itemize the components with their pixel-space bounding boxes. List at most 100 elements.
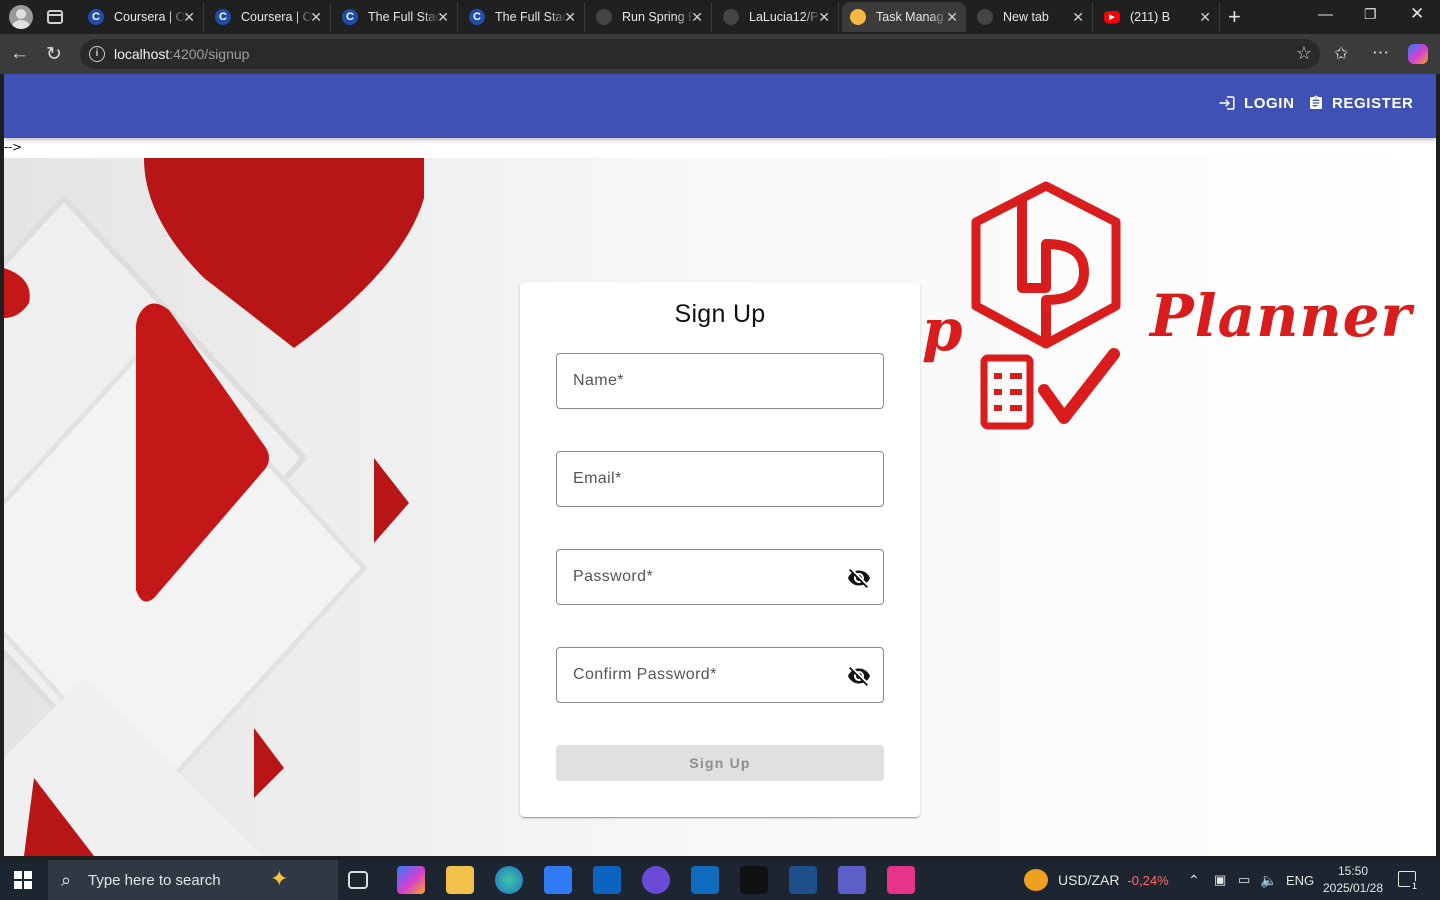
store-icon[interactable] — [544, 866, 572, 894]
web-page: LOGIN REGISTER --> p Planner Sign Up Sig… — [4, 74, 1436, 856]
windows-taskbar: ⌕ Type here to search ✦ USD/ZAR -0,24% ⌃… — [0, 860, 1440, 900]
browser-tab-title: Coursera | O — [114, 10, 186, 24]
close-tab-icon[interactable]: ✕ — [1072, 9, 1084, 26]
copilot-icon[interactable] — [1408, 44, 1428, 64]
signup-submit-button[interactable]: Sign Up — [556, 745, 884, 781]
browser-tab[interactable]: C Coursera | O ✕ — [80, 2, 204, 32]
register-label: REGISTER — [1332, 94, 1414, 112]
close-tab-icon[interactable]: ✕ — [818, 9, 830, 26]
email-input[interactable] — [557, 452, 883, 506]
restore-button[interactable]: ❐ — [1364, 6, 1377, 23]
logo-text: Planner — [1150, 282, 1413, 350]
password-field — [556, 549, 884, 605]
browser-tab-title: New tab — [1003, 10, 1049, 24]
youtube-icon: ▶ — [1104, 11, 1120, 23]
minimize-button[interactable]: — — [1318, 6, 1333, 23]
close-tab-icon[interactable]: ✕ — [1199, 9, 1211, 26]
newtab-icon — [977, 9, 993, 25]
browser-tab[interactable]: C Coursera | O ✕ — [207, 2, 331, 32]
browser-tab[interactable]: Task Manag ✕ — [842, 2, 966, 32]
email-field — [556, 451, 884, 507]
browser-tab-title: The Full Stac — [368, 10, 440, 24]
close-tab-icon[interactable]: ✕ — [564, 9, 576, 26]
login-icon — [1219, 96, 1235, 110]
browser-tab-strip: C Coursera | O ✕ C Coursera | O ✕ C The Full St… — [0, 0, 1440, 34]
browser-tab[interactable]: LaLucia12/P ✕ — [715, 2, 839, 32]
terminal-icon[interactable] — [740, 866, 768, 894]
task-view-icon[interactable] — [348, 871, 368, 889]
close-tab-icon[interactable]: ✕ — [310, 9, 322, 26]
visibility-off-icon[interactable] — [847, 664, 871, 688]
register-link[interactable]: REGISTER — [1308, 94, 1413, 112]
site-info-icon[interactable]: i — [89, 46, 105, 62]
logo-partial-text: p — [922, 296, 963, 364]
app-toolbar: LOGIN REGISTER — [4, 74, 1436, 138]
language-indicator[interactable]: ENG — [1286, 860, 1314, 900]
windows-start-icon[interactable] — [14, 871, 32, 889]
favorites-icon[interactable]: ✩ — [1334, 44, 1348, 64]
new-tab-button[interactable]: + — [1228, 4, 1241, 30]
outlook-classic-icon[interactable] — [691, 866, 719, 894]
address-bar[interactable]: i localhost:4200/signup ☆ — [80, 39, 1320, 69]
media-app-icon[interactable] — [642, 866, 670, 894]
coursera-icon: C — [342, 9, 358, 25]
url-path: :4200/signup — [169, 46, 250, 62]
browser-tab-title: LaLucia12/P — [749, 10, 819, 24]
name-input[interactable] — [557, 354, 883, 408]
refresh-button[interactable]: ↻ — [46, 43, 62, 66]
password-input[interactable] — [557, 550, 883, 604]
tab-actions-icon[interactable] — [47, 10, 63, 24]
back-button[interactable]: ← — [10, 43, 29, 65]
browser-tab-title: Coursera | O — [241, 10, 313, 24]
browser-tab-title: Task Manag — [876, 10, 944, 24]
teams-icon[interactable] — [838, 866, 866, 894]
taskbar-search-box[interactable]: ⌕ Type here to search ✦ — [48, 860, 338, 900]
currency-widget[interactable]: USD/ZAR -0,24% — [1024, 860, 1169, 900]
outlook-icon[interactable] — [593, 866, 621, 894]
network-icon[interactable]: ▭ — [1238, 860, 1250, 900]
currency-coins-icon — [1024, 869, 1048, 891]
sparkle-icon: ✦ — [270, 866, 289, 891]
browser-toolbar: ← ↻ i localhost:4200/signup ☆ ✩ ⋯ — [0, 34, 1440, 74]
tray-overflow-icon[interactable]: ⌃ — [1188, 860, 1200, 900]
file-explorer-icon[interactable] — [446, 866, 474, 894]
volume-icon[interactable]: 🔈 — [1260, 860, 1277, 900]
login-label: LOGIN — [1244, 94, 1295, 112]
currency-label: USD/ZAR — [1058, 872, 1120, 888]
register-icon — [1310, 95, 1322, 109]
close-tab-icon[interactable]: ✕ — [946, 9, 958, 26]
favorite-star-icon[interactable]: ☆ — [1296, 43, 1312, 64]
stray-comment-text: --> — [4, 140, 23, 154]
confirm-password-input[interactable] — [557, 648, 883, 702]
visibility-off-icon[interactable] — [847, 566, 871, 590]
clock[interactable]: 15:50 2025/01/28 — [1316, 863, 1390, 897]
browser-tab[interactable]: C The Full Stac ✕ — [334, 2, 458, 32]
browser-tab[interactable]: Run Spring B ✕ — [588, 2, 712, 32]
login-link[interactable]: LOGIN — [1218, 94, 1295, 112]
clock-date: 2025/01/28 — [1322, 881, 1384, 895]
meet-icon[interactable]: ▣ — [1214, 860, 1226, 900]
intellij-icon[interactable] — [887, 866, 915, 894]
clock-time: 15:50 — [1337, 864, 1369, 878]
browser-tab-title: The Full Stac — [495, 10, 567, 24]
browser-tab[interactable]: C The Full Stac ✕ — [461, 2, 585, 32]
copilot-taskbar-icon[interactable] — [397, 866, 425, 894]
more-menu-icon[interactable]: ⋯ — [1372, 43, 1389, 63]
close-window-button[interactable]: ✕ — [1410, 4, 1424, 24]
close-tab-icon[interactable]: ✕ — [437, 9, 449, 26]
close-tab-icon[interactable]: ✕ — [691, 9, 703, 26]
mysql-workbench-icon[interactable] — [789, 866, 817, 894]
coursera-icon: C — [215, 9, 231, 25]
close-tab-icon[interactable]: ✕ — [183, 9, 195, 26]
edge-icon[interactable] — [495, 866, 523, 894]
browser-tab[interactable]: New tab ✕ — [969, 2, 1093, 32]
url-host: localhost — [114, 46, 170, 62]
github-icon — [723, 9, 739, 25]
browser-tab[interactable]: ▶ (211) B ✕ — [1096, 2, 1220, 32]
search-placeholder: Type here to search — [88, 871, 221, 889]
browser-tab-title: (211) B — [1130, 10, 1171, 24]
profile-avatar[interactable] — [9, 5, 33, 29]
signup-card: Sign Up Sign Up — [520, 282, 920, 817]
name-field — [556, 353, 884, 409]
browser-tab-title: Run Spring B — [622, 10, 694, 24]
